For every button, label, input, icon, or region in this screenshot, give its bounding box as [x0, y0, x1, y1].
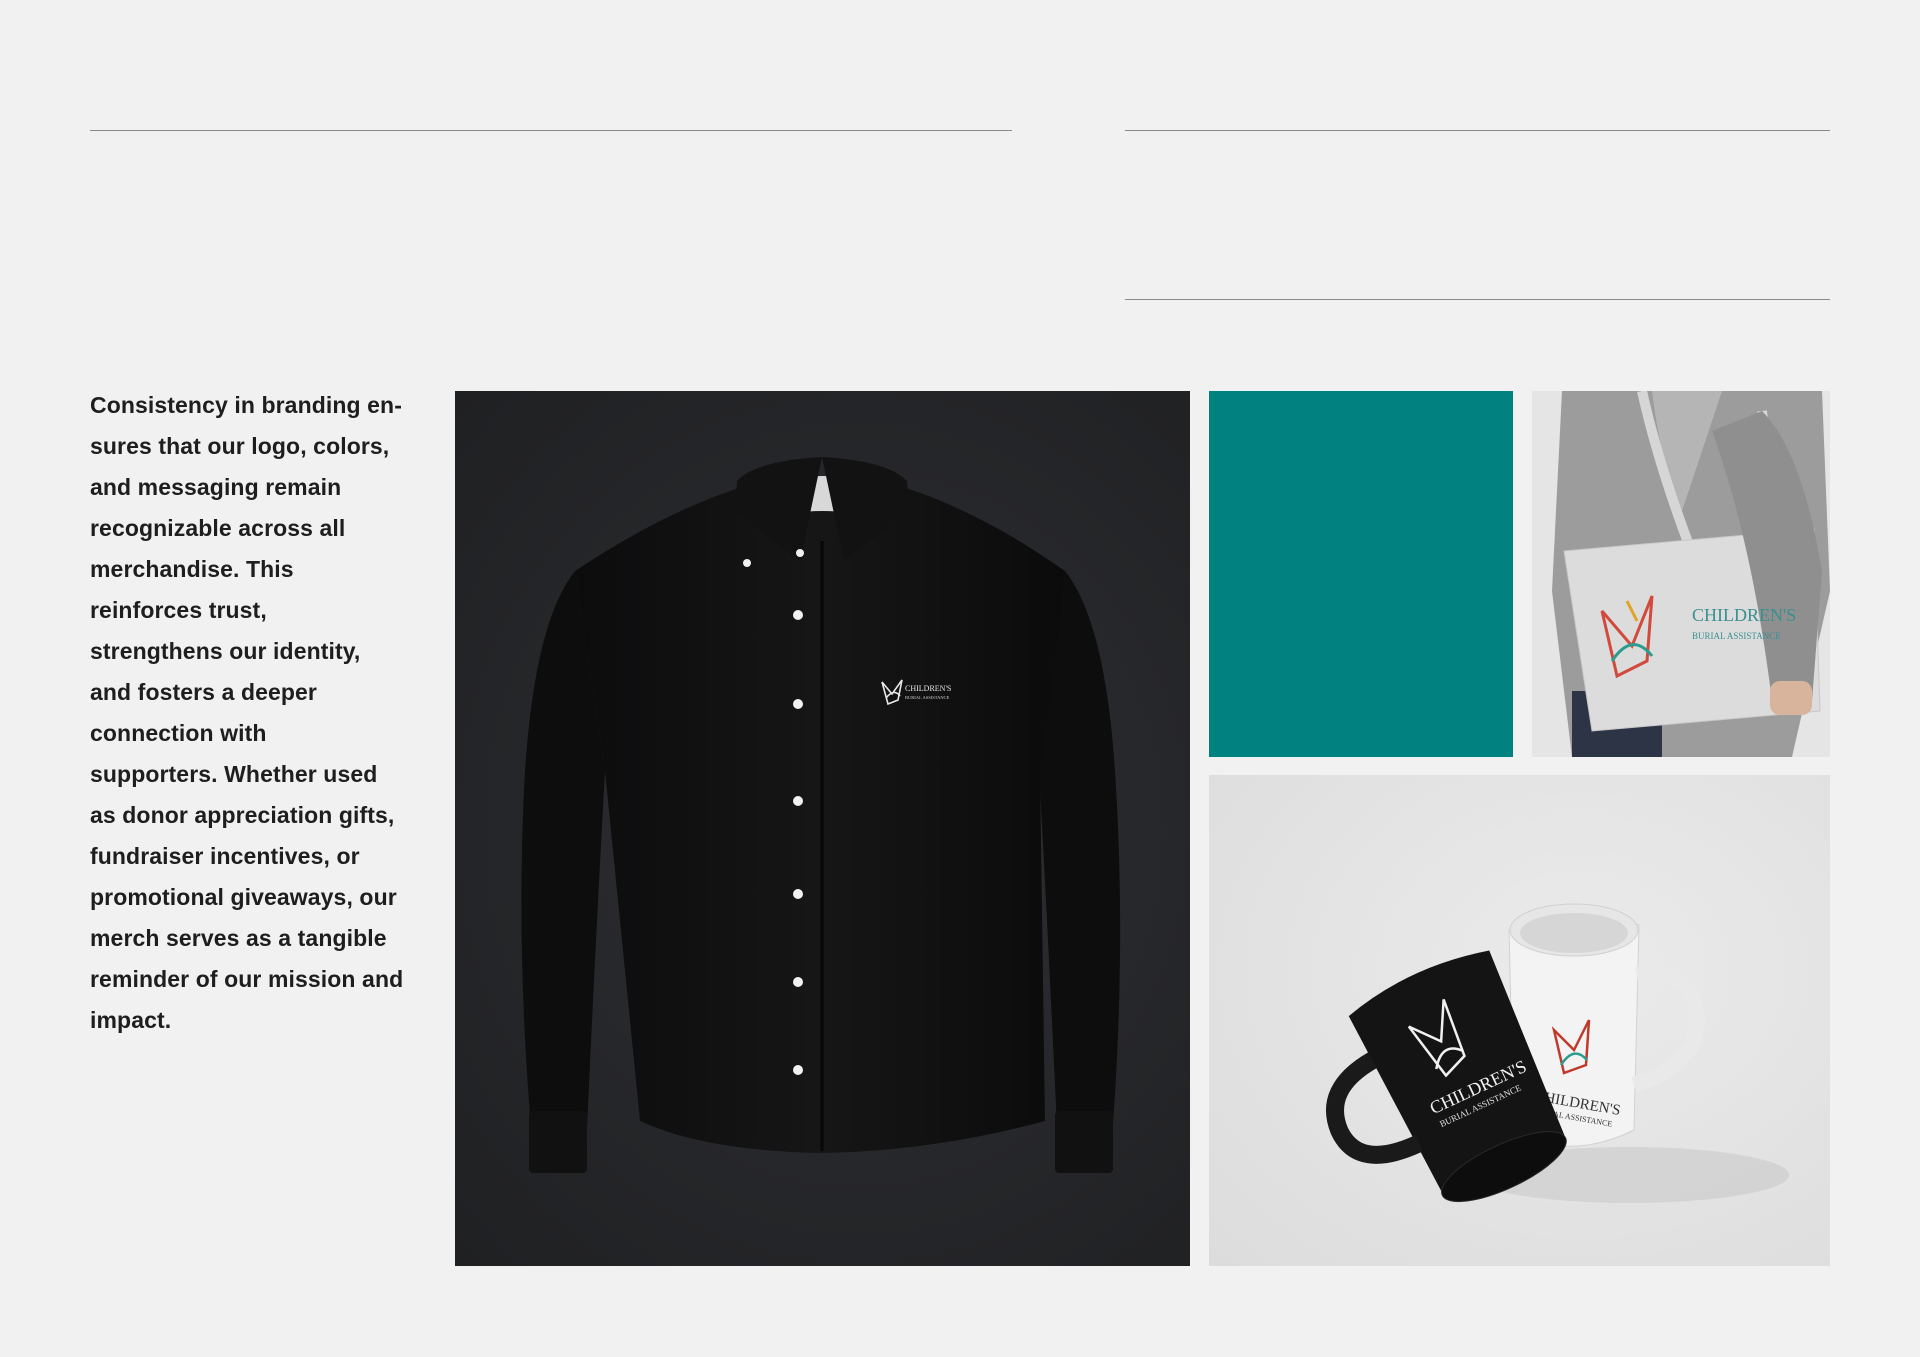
paragraph-line: supporters. Whether used [90, 761, 378, 787]
paragraph-line: reinforces trust, [90, 597, 267, 623]
paragraph-line: reminder of our mission and [90, 966, 404, 992]
paragraph-line: merchandise. This [90, 556, 294, 582]
tote-bag-mockup-image: CHILDREN'S BURIAL ASSISTANCE [1532, 391, 1830, 757]
mugs-mockup-image: CHILDREN'S BURIAL ASSISTANCE CHILDREN'S … [1209, 775, 1830, 1266]
shirt-logo-subtext: BURIAL ASSISTANCE [905, 695, 950, 700]
paragraph-line: and fosters a deeper [90, 679, 317, 705]
black-shirt-illustration: CHILDREN'S BURIAL ASSISTANCE [521, 457, 1121, 1173]
tote-logo-subtext: BURIAL ASSISTANCE [1692, 631, 1781, 641]
paragraph-line: sures that our logo, colors, [90, 433, 390, 459]
paragraph-line: connection with [90, 720, 267, 746]
brand-color-swatch [1209, 391, 1513, 757]
header-rule-right-top [1125, 130, 1830, 131]
paragraph-line: promotional giveaways, our [90, 884, 397, 910]
paragraph-line: and messaging remain [90, 474, 342, 500]
header-rule-left [90, 130, 1012, 131]
paragraph-line: fundraiser incentives, or [90, 843, 360, 869]
shirt-mockup-image: CHILDREN'S BURIAL ASSISTANCE [455, 391, 1190, 1266]
paragraph-line: strengthens our identity, [90, 638, 361, 664]
mugs-illustration: CHILDREN'S BURIAL ASSISTANCE CHILDREN'S … [1326, 903, 1789, 1203]
paragraph-line: recognizable across all [90, 515, 346, 541]
shirt-logo-text: CHILDREN'S [905, 684, 951, 693]
header-rule-right-bottom [1125, 299, 1830, 300]
paragraph-line: Consistency in branding en- [90, 392, 402, 418]
paragraph-line: merch serves as a tangible [90, 925, 387, 951]
tote-bag-illustration: CHILDREN'S BURIAL ASSISTANCE [1532, 391, 1830, 757]
paragraph-line: as donor appreciation gifts, [90, 802, 395, 828]
branding-paragraph: Consistency in branding en- sures that o… [90, 385, 404, 1041]
paragraph-line: impact. [90, 1007, 172, 1033]
tote-logo-text: CHILDREN'S [1692, 605, 1796, 625]
